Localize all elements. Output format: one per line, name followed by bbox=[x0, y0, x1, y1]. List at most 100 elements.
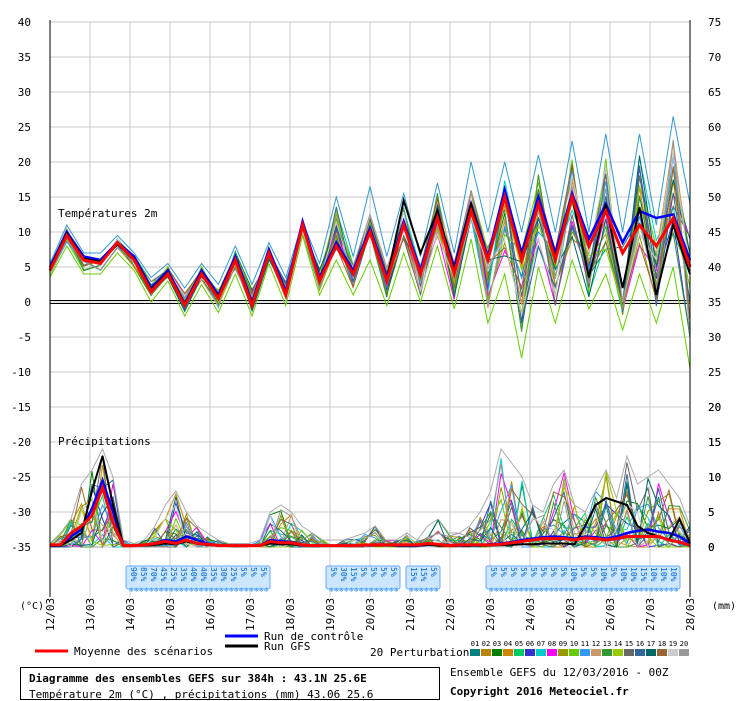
snowflake-icon: ❄ bbox=[664, 586, 668, 594]
snowflake-icon: ❄ bbox=[174, 586, 178, 594]
snowflake-icon: ❄ bbox=[364, 586, 368, 594]
perturbation-color-swatch bbox=[646, 649, 656, 656]
snowflake-icon: ❄ bbox=[654, 586, 658, 594]
perturbation-color-swatch bbox=[492, 649, 502, 656]
snowflake-icon: ❄ bbox=[139, 586, 143, 594]
right-precipitation-tick-label: 0 bbox=[708, 541, 715, 554]
perturbation-id-label: 12 bbox=[592, 640, 600, 648]
snowflake-icon: ❄ bbox=[219, 586, 223, 594]
snowflake-icon: ❄ bbox=[339, 586, 343, 594]
perturbation-color-swatch bbox=[591, 649, 601, 656]
perturbation-id-label: 14 bbox=[614, 640, 622, 648]
snowflake-icon: ❄ bbox=[609, 586, 613, 594]
date-label: 26/03 bbox=[604, 598, 617, 631]
snow-probability-label: 5% bbox=[579, 567, 588, 577]
snow-probability-label: 15% bbox=[409, 567, 418, 582]
left-tick-label: 10 bbox=[18, 226, 31, 239]
snow-probability-label: 10% bbox=[659, 567, 668, 582]
snowflake-icon: ❄ bbox=[189, 586, 193, 594]
snow-probability-label: 30% bbox=[219, 567, 228, 582]
left-tick-label: 15 bbox=[18, 191, 31, 204]
snowflake-icon: ❄ bbox=[599, 586, 603, 594]
perturbation-id-label: 19 bbox=[669, 640, 677, 648]
snowflake-icon: ❄ bbox=[544, 586, 548, 594]
snow-probability-label: 40% bbox=[189, 567, 198, 582]
snowflake-icon: ❄ bbox=[344, 586, 348, 594]
snowflake-icon: ❄ bbox=[559, 586, 563, 594]
date-label: 27/03 bbox=[644, 598, 657, 631]
snow-probability-label: 5% bbox=[379, 567, 388, 577]
snow-probability-label: 5% bbox=[369, 567, 378, 577]
snowflake-icon: ❄ bbox=[574, 586, 578, 594]
perturbation-id-label: 03 bbox=[493, 640, 501, 648]
right-temperature-tick-label: 50 bbox=[708, 191, 721, 204]
snowflake-icon: ❄ bbox=[534, 586, 538, 594]
perturbation-color-swatch bbox=[569, 649, 579, 656]
snowflake-icon: ❄ bbox=[674, 586, 678, 594]
snow-probability-label: 10% bbox=[569, 567, 578, 582]
perturbation-color-swatch bbox=[470, 649, 480, 656]
date-label: 17/03 bbox=[244, 598, 257, 631]
snowflake-icon: ❄ bbox=[584, 586, 588, 594]
perturbation-id-label: 06 bbox=[526, 640, 534, 648]
left-tick-label: -15 bbox=[11, 401, 31, 414]
snowflake-icon: ❄ bbox=[629, 586, 633, 594]
perturbation-color-swatch bbox=[613, 649, 623, 656]
snow-probability-label: 5% bbox=[529, 567, 538, 577]
snow-probability-label: 85% bbox=[139, 567, 148, 582]
snowflake-icon: ❄ bbox=[179, 586, 183, 594]
date-label: 19/03 bbox=[324, 598, 337, 631]
snowflake-icon: ❄ bbox=[389, 586, 393, 594]
left-tick-label: -25 bbox=[11, 471, 31, 484]
perturbation-id-label: 20 bbox=[680, 640, 688, 648]
snowflake-icon: ❄ bbox=[564, 586, 568, 594]
snowflake-icon: ❄ bbox=[249, 586, 253, 594]
snowflake-icon: ❄ bbox=[614, 586, 618, 594]
date-label: 23/03 bbox=[484, 598, 497, 631]
perturbation-id-label: 01 bbox=[471, 640, 479, 648]
snowflake-icon: ❄ bbox=[639, 586, 643, 594]
perturbation-color-swatch bbox=[547, 649, 557, 656]
date-label: 28/03 bbox=[684, 598, 697, 631]
chart-grid bbox=[49, 21, 691, 597]
snowflake-icon: ❄ bbox=[379, 586, 383, 594]
perturbation-id-label: 15 bbox=[625, 640, 633, 648]
perturbation-color-legend: 01 02 03 04 05 06 07 08 09 10 11 12 13 14 15 16 17 18 19 20 bbox=[470, 640, 689, 656]
perturbation-id-label: 11 bbox=[581, 640, 589, 648]
snowflake-icon: ❄ bbox=[359, 586, 363, 594]
left-tick-label: -20 bbox=[11, 436, 31, 449]
snow-probability-label: 5% bbox=[609, 567, 618, 577]
left-tick-label: -10 bbox=[11, 366, 31, 379]
snowflake-icon: ❄ bbox=[194, 586, 198, 594]
snowflake-icon: ❄ bbox=[579, 586, 583, 594]
snow-probability-label: 5% bbox=[539, 567, 548, 577]
right-axis-unit: (mm) bbox=[712, 601, 736, 612]
snowflake-icon: ❄ bbox=[554, 586, 558, 594]
perturbation-color-swatch bbox=[580, 649, 590, 656]
perturbation-color-swatch bbox=[481, 649, 491, 656]
snowflake-icon: ❄ bbox=[594, 586, 598, 594]
left-tick-label: 0 bbox=[24, 296, 31, 309]
perturbation-id-label: 09 bbox=[559, 640, 567, 648]
snowflake-icon: ❄ bbox=[669, 586, 673, 594]
right-temperature-tick-label: 45 bbox=[708, 226, 721, 239]
snow-probability-label: 35% bbox=[179, 567, 188, 582]
perturbation-color-swatch bbox=[536, 649, 546, 656]
date-label: 12/03 bbox=[44, 598, 57, 631]
snowflake-icon: ❄ bbox=[539, 586, 543, 594]
snow-probability-label: 70% bbox=[149, 567, 158, 582]
snow-probability-label: 5% bbox=[359, 567, 368, 577]
snowflake-icon: ❄ bbox=[519, 586, 523, 594]
snow-probability-label: 5% bbox=[489, 567, 498, 577]
right-temperature-tick-label: 35 bbox=[708, 296, 721, 309]
snow-probability-label: 30% bbox=[339, 567, 348, 582]
snow-probability-label: 15% bbox=[419, 567, 428, 582]
date-label: 16/03 bbox=[204, 598, 217, 631]
snowflake-icon: ❄ bbox=[214, 586, 218, 594]
left-axis-unit: (°C) bbox=[20, 601, 44, 612]
snowflake-icon: ❄ bbox=[619, 586, 623, 594]
snowflake-icon: ❄ bbox=[334, 586, 338, 594]
legend-perturbations-label: 20 Perturbations bbox=[370, 646, 476, 659]
snowflake-icon: ❄ bbox=[154, 586, 158, 594]
snowflake-icon: ❄ bbox=[509, 586, 513, 594]
